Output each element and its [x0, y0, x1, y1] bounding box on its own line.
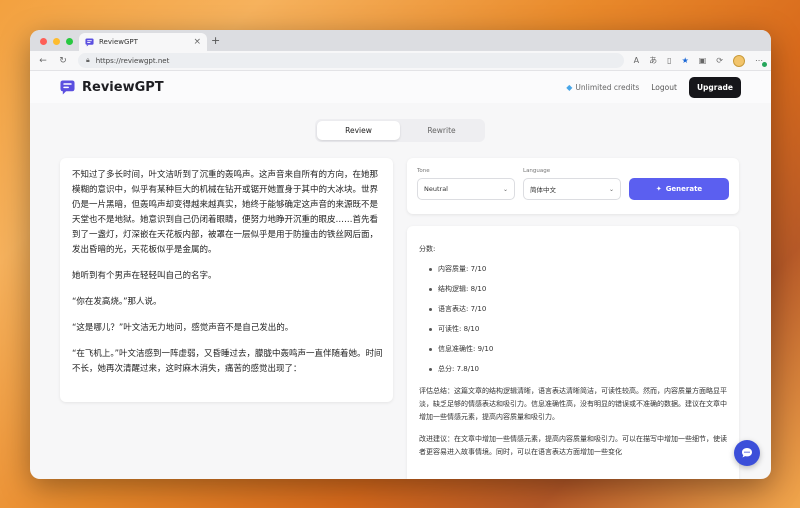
score-text: 结构逻辑: 8/10 — [438, 285, 487, 293]
score-title: 分数: — [419, 245, 436, 253]
header-actions: ◆ Unlimited credits Logout Upgrade — [566, 76, 741, 98]
tab-rewrite[interactable]: Rewrite — [400, 121, 483, 140]
collections-icon[interactable]: ▣ — [699, 56, 707, 65]
bullet-icon — [429, 368, 432, 371]
score-list: 内容质量: 7/10 结构逻辑: 8/10 语言表达: 7/10 可读性: 8/… — [429, 265, 727, 374]
address-bar-row: ← ↻ 🔒︎ https://reviewgpt.net A あ ▯ ★ ▣ ⟳… — [30, 51, 771, 71]
chevron-down-icon: ⌄ — [502, 185, 508, 193]
generate-button[interactable]: ✦ Generate — [629, 178, 729, 200]
translate-icon[interactable]: あ — [649, 55, 657, 66]
score-text: 可读性: 8/10 — [438, 325, 480, 333]
tab-title: ReviewGPT — [99, 38, 138, 46]
minimize-window-button[interactable] — [53, 38, 60, 45]
sparkle-icon: ✦ — [655, 185, 662, 193]
browser-window: ReviewGPT × + ← ↻ 🔒︎ https://reviewgpt.n… — [30, 30, 771, 479]
tone-label: Tone — [417, 168, 430, 174]
list-item: 语言表达: 7/10 — [429, 305, 727, 314]
maximize-window-button[interactable] — [66, 38, 73, 45]
notification-dot-icon — [762, 62, 767, 67]
url-text: https://reviewgpt.net — [95, 56, 170, 65]
language-field: Language 简体中文 ⌄ — [523, 168, 621, 200]
chat-bubble-icon — [742, 448, 752, 458]
tone-value: Neutral — [424, 185, 448, 193]
url-field[interactable]: 🔒︎ https://reviewgpt.net — [78, 53, 624, 68]
extensions-icon[interactable]: ⟳ — [716, 56, 723, 65]
bullet-icon — [429, 308, 432, 311]
language-value: 简体中文 — [530, 186, 556, 194]
favorite-star-icon[interactable]: ★ — [682, 56, 689, 65]
tone-field: Tone Neutral ⌄ — [417, 168, 515, 200]
generate-label: Generate — [665, 185, 703, 193]
bullet-icon — [429, 328, 432, 331]
language-label: Language — [523, 168, 551, 174]
text-paragraph: 她听到有个男声在轻轻叫自己的名字。 — [72, 271, 217, 281]
bullet-icon — [429, 348, 432, 351]
browser-tab[interactable]: ReviewGPT × — [79, 33, 207, 51]
suggestion-text: 改进建议：在文章中增加一些情感元素，提高内容质量和吸引力。可以在描写中增加一些细… — [419, 435, 727, 456]
list-item: 总分: 7.8/10 — [429, 365, 727, 374]
back-arrow-icon[interactable]: ← — [38, 56, 48, 66]
brand[interactable]: ReviewGPT — [60, 80, 164, 95]
summary-text: 评估总结：这篇文章的结构逻辑清晰，语言表达清晰简洁，可读性较高。然而，内容质量方… — [419, 387, 727, 421]
list-item: 可读性: 8/10 — [429, 325, 727, 334]
logout-link[interactable]: Logout — [651, 83, 677, 92]
list-item: 结构逻辑: 8/10 — [429, 285, 727, 294]
more-menu-icon[interactable]: ⋯ — [755, 56, 767, 67]
text-paragraph: 不知过了多长时间，叶文洁听到了沉重的轰鸣声。这声音来自所有的方向，在她那模糊的意… — [72, 170, 379, 255]
bullet-icon — [429, 288, 432, 291]
score-text: 总分: 7.8/10 — [438, 365, 479, 373]
lock-icon: 🔒︎ — [86, 56, 90, 64]
profile-avatar[interactable] — [733, 54, 745, 67]
split-screen-icon[interactable]: ▯ — [667, 56, 671, 65]
input-text-area[interactable]: 不知过了多长时间，叶文洁听到了沉重的轰鸣声。这声音来自所有的方向，在她那模糊的意… — [60, 158, 393, 402]
new-tab-button[interactable]: + — [211, 35, 220, 46]
read-aloud-icon[interactable]: A — [634, 56, 639, 65]
list-item: 信息准确性: 9/10 — [429, 345, 727, 354]
chat-button[interactable] — [734, 440, 760, 466]
text-paragraph: “这是哪儿？”叶文洁无力地问，感觉声音不是自己发出的。 — [72, 323, 294, 333]
tone-select[interactable]: Neutral ⌄ — [417, 178, 515, 200]
text-paragraph: “在飞机上。”叶文洁感到一阵虚弱，又昏睡过去，朦胧中轰鸣声一直伴随着她。时间不长… — [72, 349, 383, 374]
credits-badge: ◆ Unlimited credits — [566, 83, 639, 92]
mode-toggle: Review Rewrite — [315, 119, 485, 142]
tab-review[interactable]: Review — [317, 121, 400, 140]
browser-toolbar-icons: A あ ▯ ★ ▣ ⟳ ⋯ — [634, 54, 767, 67]
tab-strip: ReviewGPT × + — [30, 30, 771, 51]
reload-icon[interactable]: ↻ — [58, 56, 68, 66]
list-item: 内容质量: 7/10 — [429, 265, 727, 274]
controls-panel: Tone Neutral ⌄ Language 简体中文 ⌄ ✦ Generat… — [407, 158, 739, 214]
brand-name: ReviewGPT — [82, 79, 164, 95]
chevron-down-icon: ⌄ — [608, 185, 614, 193]
site-header: ReviewGPT ◆ Unlimited credits Logout Upg… — [30, 71, 771, 103]
diamond-icon: ◆ — [566, 82, 573, 92]
window-controls — [40, 38, 73, 45]
upgrade-button[interactable]: Upgrade — [688, 76, 741, 98]
reviewgpt-logo-icon — [60, 79, 75, 95]
credits-text: Unlimited credits — [575, 82, 640, 92]
close-window-button[interactable] — [40, 38, 47, 45]
review-result-panel: 分数: 内容质量: 7/10 结构逻辑: 8/10 语言表达: 7/10 可读性… — [407, 226, 739, 479]
language-select[interactable]: 简体中文 ⌄ — [523, 178, 621, 200]
reviewgpt-favicon-icon — [85, 37, 94, 47]
score-text: 内容质量: 7/10 — [438, 265, 487, 273]
score-text: 语言表达: 7/10 — [438, 305, 487, 313]
text-paragraph: “你在发高烧。”那人说。 — [72, 297, 162, 307]
close-tab-icon[interactable]: × — [193, 37, 201, 47]
bullet-icon — [429, 268, 432, 271]
score-text: 信息准确性: 9/10 — [438, 345, 494, 353]
